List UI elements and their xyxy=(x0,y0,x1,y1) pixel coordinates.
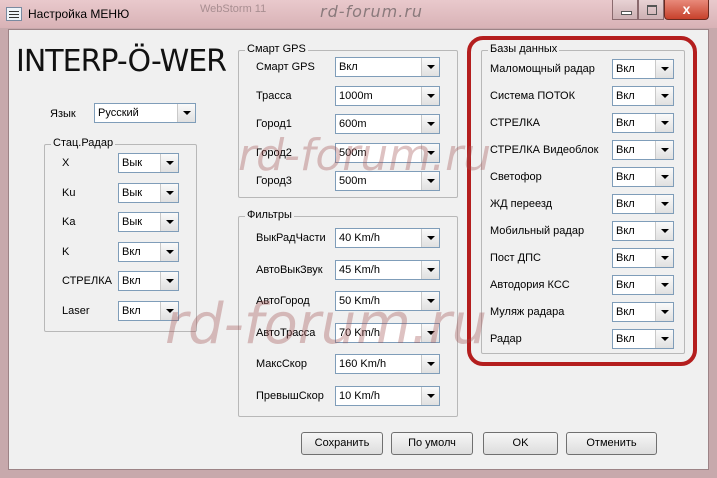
stat-radar-row-label: K xyxy=(62,245,70,258)
maximize-button[interactable] xyxy=(638,0,664,20)
stat-radar-row-label: Ku xyxy=(62,186,76,199)
filters-legend: Фильтры xyxy=(245,209,294,221)
stat-radar-row-label: Laser xyxy=(62,304,90,317)
default-button[interactable]: По умолч xyxy=(391,432,473,455)
chevron-down-icon[interactable] xyxy=(177,104,195,122)
filter-row-label: ВыкРадЧасти xyxy=(256,232,326,244)
smart-gps-row-select[interactable]: 1000m xyxy=(335,85,440,106)
filter-row-select[interactable]: 10 Km/h xyxy=(335,385,440,406)
chevron-down-icon[interactable] xyxy=(421,260,439,279)
chevron-down-icon[interactable] xyxy=(160,242,178,261)
ok-button[interactable]: OK xyxy=(483,432,558,455)
stat-radar-row-select-value: Вык xyxy=(122,186,143,199)
chevron-down-icon[interactable] xyxy=(421,58,439,76)
smart-gps-row-label: Трасса xyxy=(256,89,292,102)
stat-radar-legend: Стац.Радар xyxy=(51,137,116,149)
stat-radar-row-select[interactable]: Вык xyxy=(118,182,179,203)
smart-gps-row-select-value: Вкл xyxy=(339,61,358,73)
title-bar[interactable]: Настройка МЕНЮ WebStorm 11 rd-forum.ru x xyxy=(0,0,717,28)
filter-row-select[interactable]: 40 Km/h xyxy=(335,228,440,248)
chevron-down-icon[interactable] xyxy=(421,86,439,105)
chevron-down-icon[interactable] xyxy=(421,386,439,405)
stat-radar-row-select-value: Вкл xyxy=(122,245,141,258)
chevron-down-icon[interactable] xyxy=(160,154,178,172)
smart-gps-row-select[interactable]: Вкл xyxy=(335,57,440,77)
smart-gps-legend: Смарт GPS xyxy=(245,43,308,55)
smart-gps-row-label: Город1 xyxy=(256,118,292,130)
language-label: Язык xyxy=(50,108,76,120)
smart-gps-row-label: Смарт GPS xyxy=(256,61,315,73)
filter-row-select[interactable]: 45 Km/h xyxy=(335,259,440,280)
language-select-value: Русский xyxy=(98,107,139,119)
stat-radar-row-label: СТРЕЛКА xyxy=(62,275,112,287)
background-window-title: WebStorm 11 xyxy=(200,3,267,15)
highlight-frame xyxy=(467,36,697,366)
app-icon xyxy=(6,7,22,21)
stat-radar-row-label: X xyxy=(62,157,70,169)
window-title: Настройка МЕНЮ xyxy=(28,7,130,21)
chevron-down-icon[interactable] xyxy=(160,183,178,202)
filter-row-label: МаксСкор xyxy=(256,358,307,370)
watermark-bottom: rd-forum.ru xyxy=(165,292,488,357)
minimize-button[interactable] xyxy=(612,0,638,20)
stat-radar-row-select-value: Вык xyxy=(122,157,143,169)
stat-radar-row-select[interactable]: Вык xyxy=(118,153,179,173)
chevron-down-icon[interactable] xyxy=(421,355,439,373)
filter-row-label: ПревышСкор xyxy=(256,389,324,402)
chevron-down-icon[interactable] xyxy=(160,272,178,290)
language-select[interactable]: Русский xyxy=(94,103,196,123)
stat-radar-row-select-value: Вкл xyxy=(122,275,141,287)
filter-row-select-value: 10 Km/h xyxy=(339,389,380,402)
stat-radar-row-select-value: Вык xyxy=(122,216,143,228)
stat-radar-row-select[interactable]: Вкл xyxy=(118,271,179,291)
watermark-top: rd-forum.ru xyxy=(320,2,424,21)
chevron-down-icon[interactable] xyxy=(421,229,439,247)
close-button[interactable]: x xyxy=(664,0,709,20)
filter-row-select-value: 40 Km/h xyxy=(339,232,380,244)
stat-radar-row-label: Ka xyxy=(62,216,76,228)
smart-gps-row-select-value: 600m xyxy=(339,118,367,130)
brand-logo: INTERP-Ö-WER xyxy=(16,44,227,79)
filter-row-select[interactable]: 160 Km/h xyxy=(335,354,440,374)
smart-gps-row-select-value: 1000m xyxy=(339,89,373,102)
stat-radar-row-select[interactable]: Вык xyxy=(118,212,179,232)
save-button[interactable]: Сохранить xyxy=(301,432,383,455)
stat-radar-row-select-value: Вкл xyxy=(122,304,141,317)
stat-radar-row-select[interactable]: Вкл xyxy=(118,241,179,262)
watermark-middle: rd-forum.ru xyxy=(238,130,492,181)
filter-row-select-value: 160 Km/h xyxy=(339,358,387,370)
chevron-down-icon[interactable] xyxy=(160,213,178,231)
filter-row-label: АвтоВыкЗвук xyxy=(256,263,323,276)
cancel-button[interactable]: Отменить xyxy=(566,432,657,455)
filter-row-select-value: 45 Km/h xyxy=(339,263,380,276)
